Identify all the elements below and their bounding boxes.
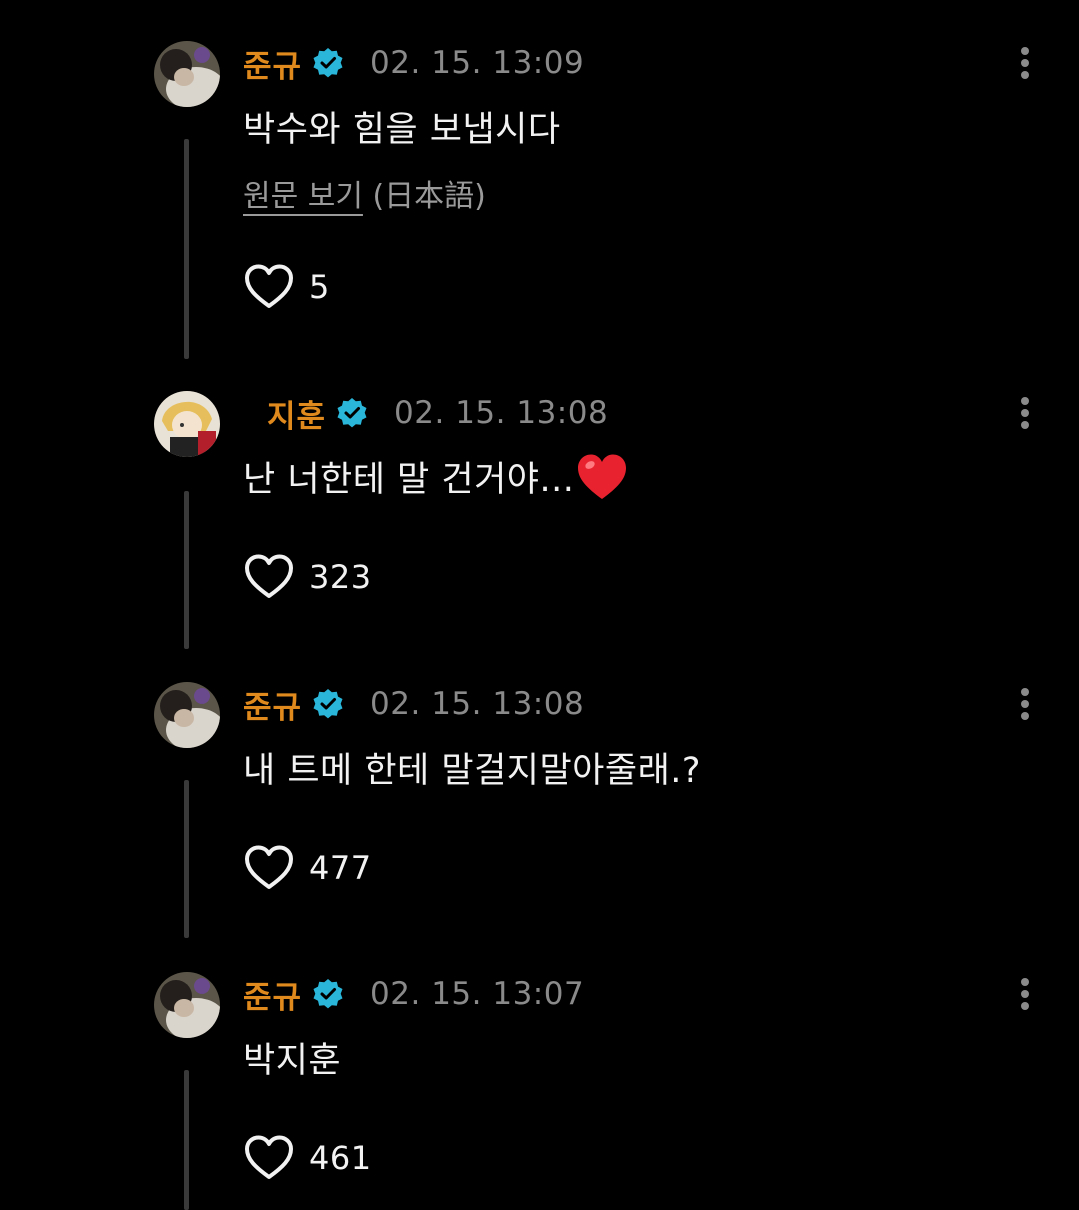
heart-outline-icon[interactable]: [243, 553, 295, 601]
username[interactable]: 준규: [243, 682, 302, 727]
heart-outline-icon[interactable]: [243, 1134, 295, 1182]
like-row: 477: [243, 844, 372, 892]
verified-badge-icon: [313, 48, 343, 78]
translate-row: 원문 보기 (日本語): [243, 171, 486, 215]
more-vertical-icon[interactable]: [1014, 43, 1036, 83]
more-vertical-icon[interactable]: [1014, 974, 1036, 1014]
verified-badge-icon: [313, 979, 343, 1009]
thread-line: [184, 780, 189, 938]
red-heart-emoji: [578, 454, 627, 499]
timestamp: 02. 15. 13:08: [394, 395, 609, 431]
like-row: 323: [243, 553, 372, 601]
avatar[interactable]: [154, 972, 220, 1038]
username[interactable]: 준규: [243, 972, 302, 1017]
username[interactable]: 준규: [243, 41, 302, 86]
like-row: 5: [243, 263, 330, 311]
thread-line: [184, 491, 189, 649]
verified-badge-icon: [313, 689, 343, 719]
comment-header: 준규 02. 15. 13:07: [243, 972, 585, 1017]
comment-header: 준규 02. 15. 13:08: [243, 682, 585, 727]
timestamp: 02. 15. 13:08: [370, 686, 585, 722]
thread-line: [184, 139, 189, 359]
heart-outline-icon[interactable]: [243, 844, 295, 892]
avatar[interactable]: [154, 391, 220, 457]
like-count: 5: [309, 268, 330, 306]
comment-text: 박지훈: [243, 1041, 342, 1081]
view-original-link[interactable]: 원문 보기: [243, 179, 363, 214]
like-count: 461: [309, 1139, 372, 1177]
more-vertical-icon[interactable]: [1014, 684, 1036, 724]
timestamp: 02. 15. 13:09: [370, 45, 585, 81]
avatar[interactable]: [154, 682, 220, 748]
original-language: (日本語): [362, 179, 486, 214]
timestamp: 02. 15. 13:07: [370, 976, 585, 1012]
more-vertical-icon[interactable]: [1014, 393, 1036, 433]
username[interactable]: 지훈: [267, 391, 326, 436]
like-row: 461: [243, 1134, 372, 1182]
thread-line: [184, 1070, 189, 1210]
comment-header: 준규 02. 15. 13:09: [243, 41, 585, 86]
avatar[interactable]: [154, 41, 220, 107]
like-count: 323: [309, 558, 372, 596]
comment-text: 난 너한테 말 건거야...: [243, 460, 575, 500]
comment-text-row: 난 너한테 말 건거야...: [243, 451, 628, 502]
verified-badge-icon: [337, 398, 367, 428]
heart-outline-icon[interactable]: [243, 263, 295, 311]
comment-text: 박수와 힘을 보냅시다: [243, 110, 561, 150]
like-count: 477: [309, 849, 372, 887]
comment-text: 내 트메 한테 말걸지말아줄래.?: [243, 751, 701, 791]
comment-header: 지훈 02. 15. 13:08: [267, 391, 609, 436]
